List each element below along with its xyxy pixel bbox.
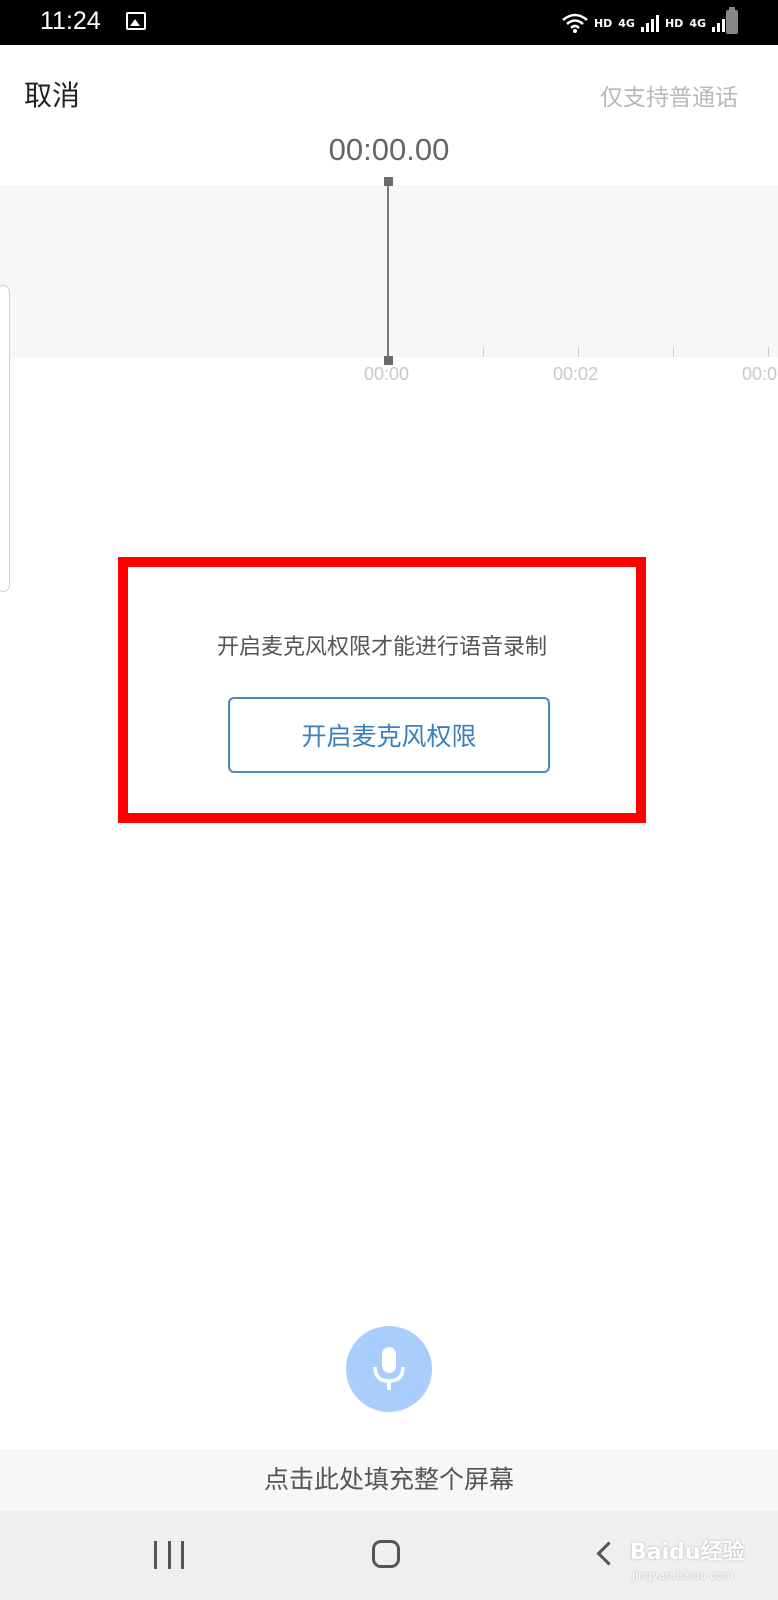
fill-screen-label: 点击此处填充整个屏幕: [263, 1465, 514, 1494]
status-indicators: HD 4G HD 4G: [562, 8, 730, 38]
timeline-label: 00:0: [742, 364, 778, 384]
timeline-tick: [768, 347, 769, 357]
network-label-2: 4G: [618, 16, 635, 30]
highlight-box: [118, 557, 646, 823]
network-label-3: HD: [664, 16, 684, 30]
timeline-tick: [673, 347, 674, 357]
image-icon: [126, 12, 146, 30]
timeline-tick: [578, 347, 579, 357]
timeline-label: 00:00: [364, 364, 410, 384]
edge-panel-handle[interactable]: [0, 285, 10, 592]
watermark: Baidu经验: [630, 1540, 745, 1565]
playhead[interactable]: [387, 180, 389, 363]
enable-microphone-label: 开启麦克风权限: [301, 722, 477, 751]
waveform-area[interactable]: [0, 185, 778, 357]
fill-screen-bar[interactable]: 点击此处填充整个屏幕: [0, 1449, 778, 1511]
network-label-1: HD: [593, 16, 613, 30]
network-label-4: 4G: [689, 16, 706, 30]
permission-message: 开启麦克风权限才能进行语音录制: [216, 635, 547, 660]
watermark-url: jingyan.baidu.com: [632, 1569, 734, 1582]
playhead-top-handle[interactable]: [384, 177, 393, 186]
home-icon[interactable]: [372, 1540, 400, 1568]
signal-icon: [640, 14, 659, 32]
microphone-icon: [373, 1347, 405, 1390]
status-bar: 11:24 HD 4G HD 4G: [0, 0, 778, 45]
wifi-icon: [562, 13, 588, 33]
record-button[interactable]: [346, 1326, 432, 1412]
timeline-tick: [483, 347, 484, 357]
status-time: 11:24: [40, 7, 101, 35]
timeline-label: 00:02: [553, 364, 599, 384]
recording-timer: 00:00.00: [328, 132, 450, 167]
recent-apps-icon[interactable]: [154, 1541, 184, 1569]
cancel-button[interactable]: 取消: [24, 74, 80, 114]
enable-microphone-button[interactable]: 开启麦克风权限: [228, 697, 550, 773]
battery-icon: [726, 7, 738, 34]
language-note: 仅支持普通话: [600, 85, 738, 111]
